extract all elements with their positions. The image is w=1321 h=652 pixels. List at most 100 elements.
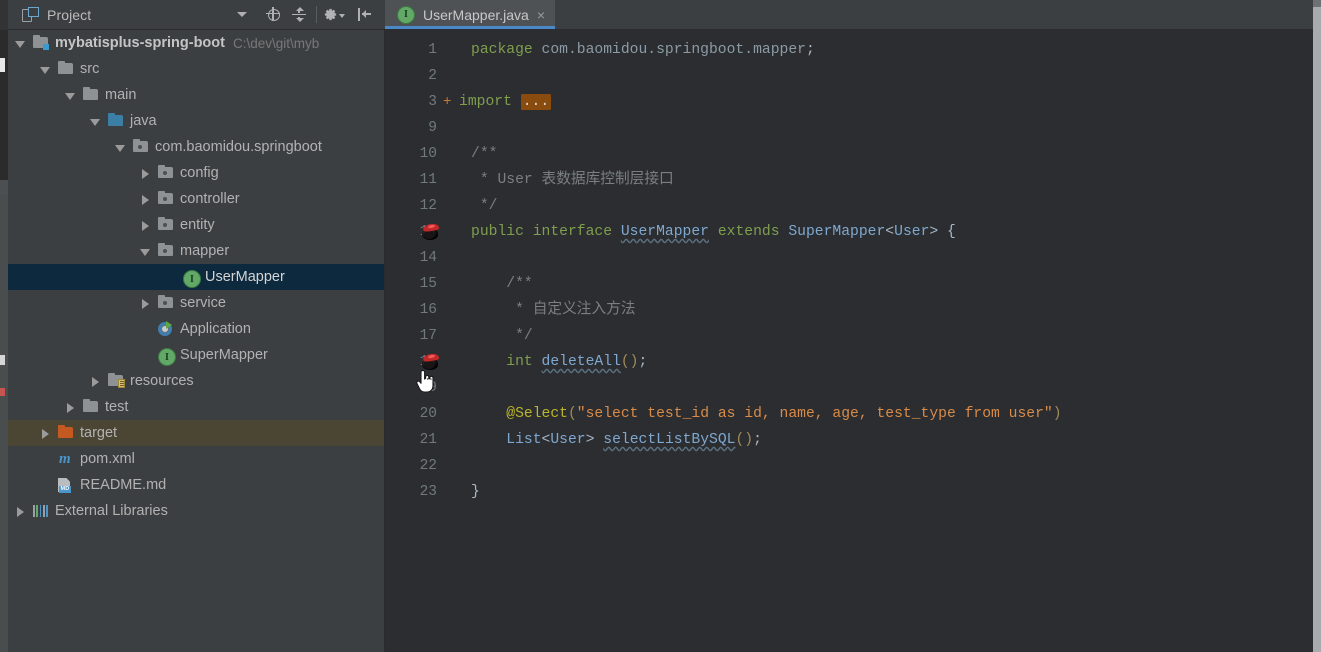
code-line[interactable]: }	[471, 479, 480, 505]
code-token: List	[506, 432, 541, 448]
code-editor[interactable]: 123+91011121314151617181920212223 packag…	[385, 29, 1313, 652]
code-token: public	[471, 224, 533, 240]
code-line[interactable]: int deleteAll();	[471, 349, 647, 375]
tree-item-mapper[interactable]: mapper	[8, 238, 385, 264]
code-token: int	[506, 354, 541, 370]
line-number: 12	[397, 193, 437, 219]
twisty-open-icon[interactable]	[114, 141, 127, 154]
locate-in-tree-button[interactable]	[261, 2, 287, 28]
gear-dropdown-caret-icon[interactable]	[339, 14, 345, 18]
code-line[interactable]: * 自定义注入方法	[471, 297, 636, 323]
mybatis-mapper-gutter-icon[interactable]	[420, 221, 442, 243]
tree-item-path: C:\dev\git\myb	[233, 36, 319, 51]
twisty-closed-icon[interactable]	[139, 219, 152, 232]
line-number: 15	[397, 271, 437, 297]
tree-item-controller[interactable]: controller	[8, 186, 385, 212]
tree-item-entity[interactable]: entity	[8, 212, 385, 238]
code-line[interactable]: package com.baomidou.springboot.mapper;	[471, 37, 815, 63]
tree-item-label: service	[180, 295, 226, 311]
tree-item-pom[interactable]: mpom.xml	[8, 446, 385, 472]
twisty-closed-icon[interactable]	[139, 193, 152, 206]
twisty-closed-icon[interactable]	[89, 375, 102, 388]
tree-item-usermapper[interactable]: IUserMapper	[8, 264, 385, 290]
twisty-closed-icon[interactable]	[139, 297, 152, 310]
code-line[interactable]: */	[471, 323, 533, 349]
code-token: ;	[753, 432, 762, 448]
interface-icon: I	[183, 269, 200, 285]
code-line[interactable]: */	[471, 193, 497, 219]
excluded-folder-icon	[58, 425, 75, 441]
tree-item-pkg[interactable]: com.baomidou.springboot	[8, 134, 385, 160]
twisty-open-icon[interactable]	[89, 115, 102, 128]
code-line[interactable]: @Select("select test_id as id, name, age…	[471, 401, 1062, 427]
project-tree-panel[interactable]: mybatisplus-spring-boot C:\dev\git\myb src…	[8, 30, 385, 652]
code-token: package	[471, 42, 542, 58]
twisty-open-icon[interactable]	[14, 37, 27, 50]
tree-item-label: mybatisplus-spring-boot	[55, 35, 225, 51]
tree-item-readme[interactable]: MDREADME.md	[8, 472, 385, 498]
code-token: @Select	[506, 406, 568, 422]
chevron-down-icon[interactable]	[237, 12, 247, 17]
tree-item-target[interactable]: target	[8, 420, 385, 446]
tree-item-label: test	[105, 399, 128, 415]
twisty-closed-icon[interactable]	[64, 401, 77, 414]
editor-code-area[interactable]: package com.baomidou.springboot.mapper; i…	[445, 29, 1313, 652]
tree-item-config[interactable]: config	[8, 160, 385, 186]
tree-item-label: resources	[130, 373, 194, 389]
tree-item-main[interactable]: main	[8, 82, 385, 108]
folder-icon	[83, 399, 100, 415]
mybatis-mapper-gutter-icon[interactable]	[420, 351, 442, 373]
resources-folder-icon	[108, 373, 125, 389]
code-line[interactable]: * User 表数据库控制层接口	[471, 167, 674, 193]
tree-item-test[interactable]: test	[8, 394, 385, 420]
code-line[interactable]: import ...	[459, 89, 551, 115]
twisty-closed-icon[interactable]	[139, 167, 152, 180]
tree-item-label: mapper	[180, 243, 229, 259]
code-token	[471, 432, 506, 448]
code-token: mapper	[753, 42, 806, 58]
tree-item-src[interactable]: src	[8, 56, 385, 82]
tree-item-extlibs[interactable]: External Libraries	[8, 498, 385, 524]
package-icon	[158, 295, 175, 311]
editor-marker-strip[interactable]	[1313, 0, 1321, 652]
code-token: ;	[639, 354, 648, 370]
maven-file-icon: m	[58, 451, 75, 467]
line-number: 9	[397, 115, 437, 141]
tree-item-label: entity	[180, 217, 215, 233]
close-icon[interactable]: ×	[537, 8, 545, 22]
collapse-all-button[interactable]	[287, 2, 313, 28]
code-line[interactable]: /**	[471, 271, 533, 297]
crosshair-icon	[266, 7, 282, 23]
tree-item-application[interactable]: Application	[8, 316, 385, 342]
tab-usermapper-java[interactable]: I UserMapper.java ×	[385, 0, 555, 29]
code-line[interactable]: public interface UserMapper extends Supe…	[471, 219, 956, 245]
editor-gutter[interactable]: 123+91011121314151617181920212223	[385, 29, 445, 652]
code-line[interactable]: List<User> selectListBySQL();	[471, 427, 762, 453]
settings-button[interactable]	[320, 2, 352, 28]
code-line[interactable]: /**	[471, 141, 497, 167]
code-token: ...	[521, 94, 551, 110]
code-token: springboot.	[656, 42, 753, 58]
twisty-open-icon[interactable]	[39, 63, 52, 76]
twisty-open-icon[interactable]	[64, 89, 77, 102]
tree-item-root[interactable]: mybatisplus-spring-boot C:\dev\git\myb	[8, 30, 385, 56]
twisty-closed-icon[interactable]	[14, 505, 27, 518]
hide-panel-button[interactable]	[352, 2, 378, 28]
tree-item-service[interactable]: service	[8, 290, 385, 316]
line-number: 20	[397, 401, 437, 427]
project-panel-header[interactable]: Project	[8, 0, 261, 29]
tree-item-java[interactable]: java	[8, 108, 385, 134]
ide-window: Project	[0, 0, 1321, 652]
tree-item-label: External Libraries	[55, 503, 168, 519]
line-number: 22	[397, 453, 437, 479]
tree-item-resources[interactable]: resources	[8, 368, 385, 394]
code-token	[471, 354, 506, 370]
twisty-closed-icon[interactable]	[39, 427, 52, 440]
adjacent-window-edge	[0, 0, 8, 652]
project-panel-icon	[22, 7, 38, 23]
code-token: SuperMapper	[788, 224, 885, 240]
tree-item-supermapper[interactable]: ISuperMapper	[8, 342, 385, 368]
project-panel-title: Project	[47, 7, 91, 23]
line-number: 10	[397, 141, 437, 167]
twisty-open-icon[interactable]	[139, 245, 152, 258]
